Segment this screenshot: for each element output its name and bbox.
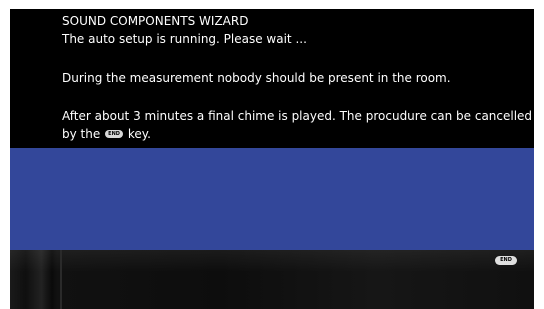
cancel-hint-suffix: key. [127,127,151,141]
wizard-instruction-text: During the measurement nobody should be … [62,71,451,85]
cancel-hint-prefix: by the [62,127,101,141]
bottom-bar-shine [10,250,534,272]
progress-band [10,148,534,250]
wizard-info-text: After about 3 minutes a final chime is p… [62,109,533,123]
tv-screen: SOUND COMPONENTS WIZARD The auto setup i… [10,9,534,309]
wizard-cancel-hint: by the END key. [62,126,151,143]
end-key-button[interactable]: END [495,256,517,265]
bottom-bar: END [10,250,534,309]
bottom-bar-divider [60,250,62,309]
wizard-status-text: The auto setup is running. Please wait .… [62,32,307,46]
wizard-panel: SOUND COMPONENTS WIZARD The auto setup i… [10,9,534,148]
end-key-icon: END [105,129,124,138]
wizard-title: SOUND COMPONENTS WIZARD [62,14,249,28]
